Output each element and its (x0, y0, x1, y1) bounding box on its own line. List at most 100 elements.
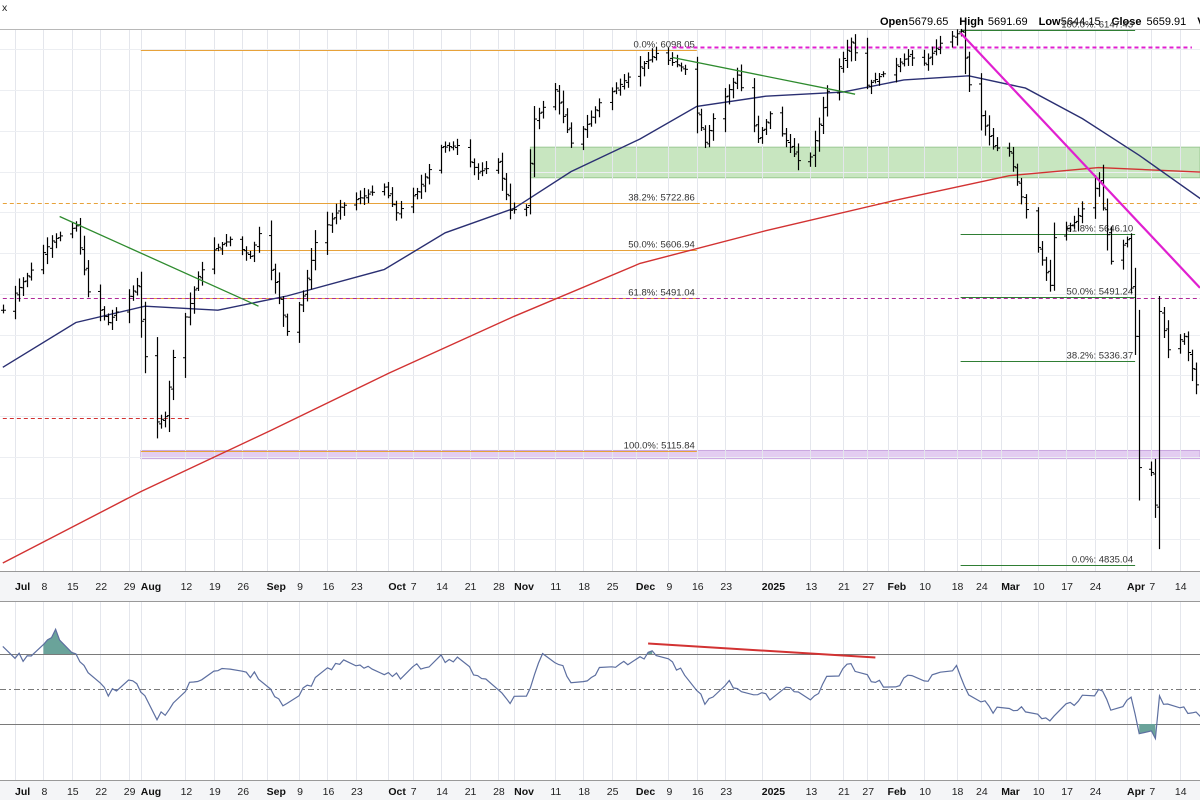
fib-level-label: 61.8%: 5646.10 (1067, 224, 1134, 235)
x-tick-label: 14 (1175, 786, 1187, 798)
fib-level-label: 50.0%: 5606.94 (628, 240, 695, 251)
x-tick-label: Oct (388, 786, 406, 798)
x-tick-label: 18 (952, 786, 964, 798)
x-tick-label: 25 (607, 786, 619, 798)
ohlc-high-value: 5691.69 (988, 16, 1028, 28)
fib-level-label: 100.0%: 6147.43 (1061, 20, 1133, 31)
x-tick-label: 13 (806, 581, 818, 593)
x-tick-label: 21 (465, 581, 477, 593)
x-tick-label: 11 (550, 786, 561, 798)
x-tick-label: Dec (636, 581, 655, 593)
x-tick-label: Aug (141, 786, 161, 798)
x-tick-label: 23 (720, 581, 732, 593)
x-tick-label: 9 (666, 786, 672, 798)
x-tick-label: 16 (323, 786, 335, 798)
x-tick-label: 7 (1149, 581, 1155, 593)
fib-level-label: 100.0%: 5115.84 (624, 441, 695, 452)
x-tick-label: 18 (578, 581, 590, 593)
x-tick-label: 21 (838, 786, 850, 798)
ohlc-open-value: 5679.65 (909, 16, 949, 28)
x-tick-label: 17 (1061, 786, 1073, 798)
x-tick-label: 23 (351, 786, 363, 798)
x-tick-label: 11 (550, 581, 561, 593)
fib-level-label: 38.2%: 5722.86 (628, 193, 695, 204)
x-tick-label: Nov (514, 786, 534, 798)
x-tick-label: 14 (436, 786, 448, 798)
x-tick-label: Dec (636, 786, 655, 798)
x-tick-label: 8 (41, 786, 47, 798)
x-tick-label: 7 (1149, 786, 1155, 798)
x-tick-label: 24 (976, 786, 988, 798)
x-tick-label: 10 (1033, 581, 1045, 593)
x-tick-label: 26 (237, 786, 249, 798)
x-tick-label: 2025 (762, 786, 786, 798)
x-tick-label: 29 (124, 581, 136, 593)
x-tick-label: Sep (267, 581, 286, 593)
x-tick-label: 28 (493, 581, 505, 593)
x-tick-label: 9 (297, 786, 303, 798)
fib-level-label: 0.0%: 6098.05 (634, 40, 695, 51)
x-tick-label: 26 (237, 581, 249, 593)
x-tick-label: 12 (181, 786, 193, 798)
x-tick-label: 8 (41, 581, 47, 593)
ohlc-low-label: Low (1039, 16, 1061, 28)
x-tick-label: 21 (838, 581, 850, 593)
x-tick-label: 24 (1090, 581, 1102, 593)
x-tick-label: 19 (209, 786, 221, 798)
x-tick-label: 17 (1061, 581, 1073, 593)
x-tick-label: 23 (720, 786, 732, 798)
x-tick-label: 27 (862, 786, 874, 798)
x-tick-label: 23 (351, 581, 363, 593)
x-tick-label: Apr (1127, 786, 1145, 798)
x-tick-label: Aug (141, 581, 161, 593)
x-tick-label: 10 (1033, 786, 1045, 798)
price-chart: x Open 5679.65 High 5691.69 Low 5644.15 Close 5… (0, 0, 1200, 800)
fib-level-label: 61.8%: 5491.04 (628, 288, 695, 299)
x-tick-label: 10 (919, 786, 931, 798)
x-tick-label: 9 (666, 581, 672, 593)
fib-level-label: 50.0%: 5491.24 (1067, 287, 1134, 298)
x-tick-label: 13 (806, 786, 818, 798)
x-tick-label: 21 (465, 786, 477, 798)
x-tick-label: 12 (181, 581, 193, 593)
x-tick-label: 10 (919, 581, 931, 593)
x-tick-label: Jul (15, 581, 30, 593)
fib-level-label: 0.0%: 4835.04 (1072, 555, 1133, 566)
x-tick-label: 15 (67, 786, 79, 798)
x-tick-label: Feb (888, 786, 907, 798)
x-tick-label: Apr (1127, 581, 1145, 593)
x-tick-label: Feb (888, 581, 907, 593)
x-tick-label: Nov (514, 581, 534, 593)
x-tick-label: 7 (411, 786, 417, 798)
x-tick-label: 16 (692, 581, 704, 593)
x-tick-label: 14 (436, 581, 448, 593)
x-tick-label: 24 (976, 581, 988, 593)
ohlc-open-label: Open (880, 16, 908, 28)
chart-window: x Open 5679.65 High 5691.69 Low 5644.15 Close 5… (0, 0, 1200, 800)
x-tick-label: Mar (1001, 786, 1020, 798)
x-tick-label: 15 (67, 581, 79, 593)
ohlc-readout: Open 5679.65 High 5691.69 Low 5644.15 Close 565… (880, 16, 1200, 28)
x-tick-label: 14 (1175, 581, 1187, 593)
x-tick-label: 18 (952, 581, 964, 593)
fib-level-label: 38.2%: 5336.37 (1067, 351, 1134, 362)
x-tick-label: 22 (95, 581, 107, 593)
x-tick-label: 24 (1090, 786, 1102, 798)
ohlc-high-label: High (959, 16, 984, 28)
x-tick-label: Jul (15, 786, 30, 798)
x-tick-label: 2025 (762, 581, 786, 593)
x-tick-label: 25 (607, 581, 619, 593)
x-tick-label: 27 (862, 581, 874, 593)
x-tick-label: 29 (124, 786, 136, 798)
close-icon[interactable]: x (2, 2, 8, 14)
x-tick-label: 9 (297, 581, 303, 593)
x-tick-label: 16 (692, 786, 704, 798)
x-tick-label: 16 (323, 581, 335, 593)
x-tick-label: Mar (1001, 581, 1020, 593)
x-tick-label: 18 (578, 786, 590, 798)
x-tick-label: Oct (388, 581, 406, 593)
x-tick-label: Sep (267, 786, 286, 798)
x-tick-label: 7 (411, 581, 417, 593)
x-tick-label: 28 (493, 786, 505, 798)
ohlc-close-value: 5659.91 (1147, 16, 1187, 28)
